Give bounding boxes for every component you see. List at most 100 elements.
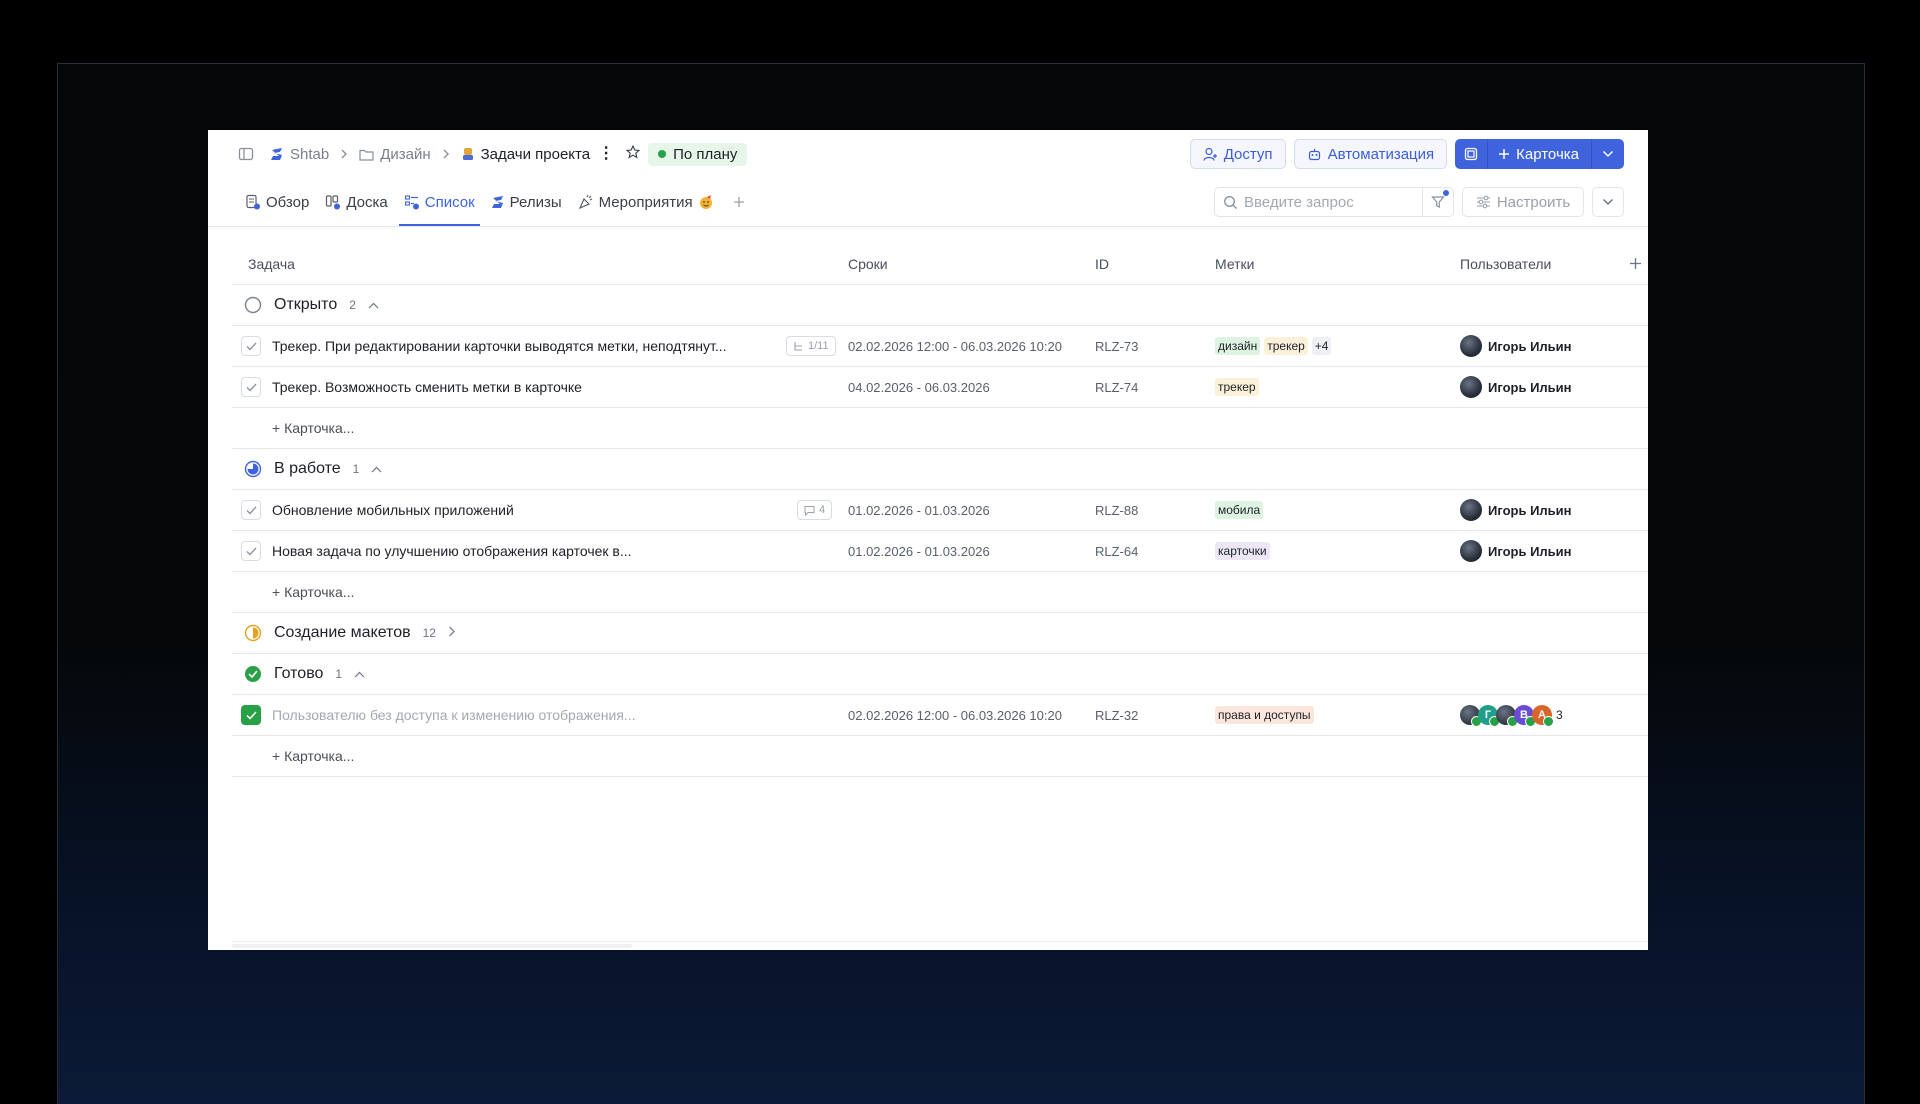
tab-events[interactable]: Мероприятия — [573, 178, 719, 226]
task-checkbox[interactable] — [241, 326, 261, 366]
status-badge[interactable]: По плану — [648, 142, 748, 166]
task-tags: дизайн трекер +4 — [1215, 326, 1332, 366]
template-icon — [1464, 147, 1478, 161]
task-tags: мобила — [1215, 490, 1264, 530]
table-row[interactable]: Пользователю без доступа к изменению ото… — [232, 695, 1648, 736]
task-dates: 02.02.2026 12:00 - 06.03.2026 10:20 — [848, 338, 1062, 354]
column-id[interactable]: ID — [1095, 256, 1109, 272]
subtasks-badge[interactable]: 1/11 — [786, 336, 836, 356]
access-button[interactable]: Доступ — [1189, 139, 1286, 169]
create-card-button[interactable]: Карточка — [1488, 139, 1592, 169]
create-card-dropdown[interactable] — [1592, 139, 1624, 169]
table-row[interactable]: Обновление мобильных приложений 4 01.02.… — [232, 490, 1648, 531]
user-plus-icon — [1203, 147, 1218, 162]
add-column-button[interactable] — [1629, 253, 1642, 276]
task-user[interactable]: Игорь Ильин — [1460, 367, 1572, 407]
automation-button[interactable]: Автоматизация — [1293, 139, 1448, 169]
table-header: Задача Сроки ID Метки Пользователи — [232, 244, 1648, 285]
tab-releases[interactable]: Релизы — [486, 178, 567, 226]
task-checkbox[interactable] — [241, 531, 261, 571]
user-name: Игорь Ильин — [1488, 543, 1572, 559]
tag[interactable]: дизайн — [1215, 337, 1261, 355]
task-tags: карточки — [1215, 531, 1270, 571]
tag[interactable]: мобила — [1215, 501, 1264, 519]
column-tags[interactable]: Метки — [1215, 256, 1255, 272]
sliders-icon — [1476, 195, 1491, 209]
tags-more[interactable]: +4 — [1311, 337, 1332, 355]
search-icon — [1223, 195, 1238, 210]
task-user[interactable]: Игорь Ильин — [1460, 531, 1572, 571]
status-open-icon — [244, 296, 262, 314]
subtasks-icon — [794, 341, 802, 351]
chevron-right-icon[interactable] — [448, 624, 455, 642]
table-row[interactable]: Трекер. При редактировании карточки выво… — [232, 326, 1648, 367]
column-task[interactable]: Задача — [248, 256, 295, 272]
group-in-work: В работе 1 — [232, 449, 1648, 490]
task-user[interactable]: Игорь Ильин — [1460, 490, 1572, 530]
chevron-up-icon[interactable] — [354, 665, 365, 683]
task-tags: трекер — [1215, 367, 1259, 407]
tab-list-label: Список — [424, 193, 475, 211]
header-actions: Доступ Автоматизация Карточка — [1189, 139, 1624, 169]
scrollbar-thumb[interactable] — [232, 944, 632, 948]
breadcrumb-folder-label: Дизайн — [380, 145, 431, 163]
overview-icon — [245, 194, 261, 210]
column-users[interactable]: Пользователи — [1460, 256, 1551, 272]
task-title[interactable]: Трекер. Возможность сменить метки в карт… — [272, 367, 792, 407]
chevron-up-icon[interactable] — [368, 296, 379, 314]
task-dates: 02.02.2026 12:00 - 06.03.2026 10:20 — [848, 707, 1062, 723]
tag[interactable]: карточки — [1215, 542, 1270, 560]
add-card-button[interactable]: + Карточка... — [272, 736, 354, 776]
tab-board[interactable]: Доска — [320, 178, 392, 226]
task-checkbox[interactable] — [241, 490, 261, 530]
user-name: Игорь Ильин — [1488, 338, 1572, 354]
task-checkbox[interactable] — [241, 367, 261, 407]
breadcrumb-folder[interactable]: Дизайн — [359, 145, 431, 163]
add-card-button[interactable]: + Карточка... — [272, 408, 354, 448]
search-input[interactable] — [1242, 192, 1426, 212]
task-title[interactable]: Трекер. При редактировании карточки выво… — [272, 326, 772, 366]
board-icon — [325, 194, 341, 210]
project-title: Задачи проекта — [480, 145, 591, 163]
breadcrumb: Shtab Дизайн Задачи проекта ⋮ По плану — [238, 142, 748, 166]
group-name: Открыто — [274, 296, 338, 313]
list-icon — [404, 194, 420, 210]
star-icon[interactable] — [625, 144, 641, 163]
card-template-button[interactable] — [1455, 139, 1489, 169]
task-users-stack[interactable]: Г В А 3 — [1460, 695, 1563, 735]
avatar — [1496, 705, 1518, 727]
configure-button[interactable]: Настроить — [1462, 187, 1584, 217]
shtab-logo-icon — [270, 147, 284, 161]
filter-button[interactable] — [1422, 188, 1453, 216]
comments-badge[interactable]: 4 — [797, 500, 833, 520]
tab-list[interactable]: Список — [398, 178, 480, 226]
column-dates[interactable]: Сроки — [848, 256, 888, 272]
breadcrumb-project[interactable]: Задачи проекта — [461, 146, 590, 163]
tag[interactable]: трекер — [1264, 337, 1308, 355]
task-title[interactable]: Обновление мобильных приложений — [272, 490, 772, 530]
tab-overview[interactable]: Обзор — [240, 178, 314, 226]
table-row[interactable]: Новая задача по улучшению отображения ка… — [232, 531, 1648, 572]
task-title[interactable]: Пользователю без доступа к изменению ото… — [272, 695, 792, 735]
tag[interactable]: трекер — [1215, 378, 1259, 396]
task-checkbox[interactable] — [241, 695, 261, 735]
breadcrumb-workspace[interactable]: Shtab — [270, 146, 329, 163]
project-emoji-icon — [461, 147, 475, 161]
task-dates: 04.02.2026 - 06.03.2026 — [848, 379, 990, 395]
users-more-count: 3 — [1556, 708, 1563, 722]
add-tab-button[interactable] — [733, 192, 745, 213]
more-vertical-icon[interactable]: ⋮ — [598, 146, 614, 162]
breadcrumb-workspace-label: Shtab — [290, 145, 330, 163]
add-card-button[interactable]: + Карточка... — [272, 572, 354, 612]
view-options-dropdown[interactable] — [1592, 187, 1624, 217]
search-field — [1214, 187, 1454, 217]
view-tabs: Обзор Доска Список Релизы Мероприятия — [240, 178, 745, 226]
task-title[interactable]: Новая задача по улучшению отображения ка… — [272, 531, 792, 571]
horizontal-scrollbar[interactable] — [232, 941, 1648, 950]
chevron-down-icon — [1602, 150, 1614, 158]
chevron-up-icon[interactable] — [371, 460, 382, 478]
task-user[interactable]: Игорь Ильин — [1460, 326, 1572, 366]
table-row[interactable]: Трекер. Возможность сменить метки в карт… — [232, 367, 1648, 408]
sidebar-toggle-icon[interactable] — [238, 146, 254, 162]
tag[interactable]: права и доступы — [1215, 706, 1314, 724]
